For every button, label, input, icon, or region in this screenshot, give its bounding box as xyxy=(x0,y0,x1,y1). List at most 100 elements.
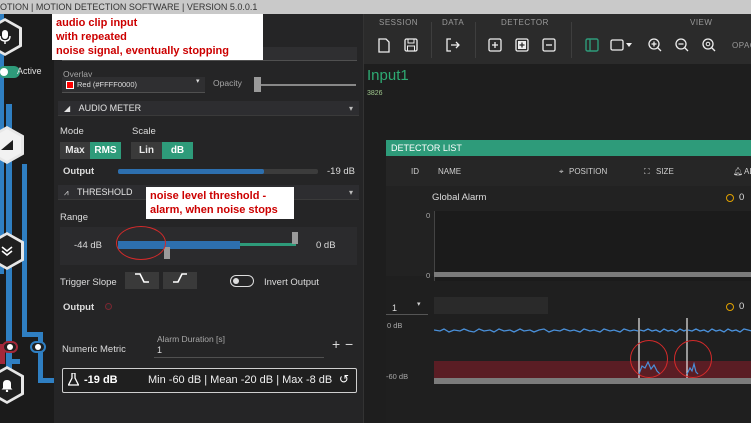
alarm-output-port[interactable] xyxy=(2,341,18,353)
highlight-circle-dropout-2 xyxy=(674,340,712,378)
axis-top: 0 dB xyxy=(387,321,403,330)
alarm-duration-field[interactable]: 1 xyxy=(154,344,324,358)
detector-id-select[interactable]: ▾ xyxy=(386,298,428,315)
active-label: Active xyxy=(17,66,42,76)
global-alarm-plot xyxy=(434,211,751,281)
detector-list: DETECTOR LIST ID NAME ⌖ POSITION ⛶ SIZE … xyxy=(386,140,751,423)
add-detector-icon[interactable] xyxy=(486,36,504,54)
level-line xyxy=(687,328,751,333)
toolbar-group-view: VIEW xyxy=(690,18,713,27)
audio-meter-header[interactable]: ◢ AUDIO METER ▾ xyxy=(58,101,359,116)
alarm-duration-value: 1 xyxy=(157,345,163,355)
range-max-thumb[interactable] xyxy=(292,232,298,244)
alarm-indicator xyxy=(726,194,734,202)
overlay-select[interactable]: Red (#FFFF0000) ▾ xyxy=(62,77,205,93)
column-alarm[interactable]: AL xyxy=(744,167,751,176)
position-icon: ⌖ xyxy=(559,167,564,176)
zoom-reset-icon[interactable] xyxy=(700,36,718,54)
threshold-output-label: Output xyxy=(63,302,95,313)
bell-icon: 🔔︎ xyxy=(733,167,744,176)
metric-output-port[interactable] xyxy=(30,341,46,353)
new-file-icon[interactable] xyxy=(375,36,393,54)
alarm-bar xyxy=(434,378,751,384)
output-meter xyxy=(118,169,318,174)
increment-button[interactable]: + xyxy=(332,336,340,352)
range-min-thumb[interactable] xyxy=(164,247,170,259)
highlight-circle-dropout-1 xyxy=(630,340,668,378)
detector-list-header: DETECTOR LIST xyxy=(386,140,751,156)
rising-slope-button[interactable] xyxy=(163,272,197,289)
range-max: 0 dB xyxy=(316,240,336,251)
window-title: OTION | MOTION DETECTION SOFTWARE | VERS… xyxy=(0,2,258,12)
decrement-button[interactable]: − xyxy=(345,336,353,352)
column-id[interactable]: ID xyxy=(411,167,419,176)
toolbar: SESSION DATA DETECTOR VIEW OPA xyxy=(364,14,751,64)
metric-readout: -19 dB Min -60 dB | Mean -20 dB | Max -8… xyxy=(62,368,357,393)
threshold-icon: ⩘ xyxy=(64,188,69,197)
metric-stats: Min -60 dB | Mean -20 dB | Max -8 dB xyxy=(148,374,333,386)
zoom-out-icon[interactable] xyxy=(673,36,691,54)
alarm-duration-label: Alarm Duration [s] xyxy=(157,334,226,344)
threshold-output-indicator xyxy=(105,303,112,310)
scale-label: Scale xyxy=(132,126,156,137)
toolbar-group-data: DATA xyxy=(442,18,465,27)
mode-label: Mode xyxy=(60,126,84,137)
input-title: Input1 xyxy=(367,67,409,84)
level-line xyxy=(639,328,687,333)
mode-max-button[interactable]: Max xyxy=(60,142,90,159)
annotation-noise-threshold: noise level threshold - alarm, when nois… xyxy=(146,187,294,219)
highlight-circle-threshold xyxy=(116,226,166,260)
reset-icon[interactable]: ↺ xyxy=(339,372,349,386)
chevron-down-icon: ▾ xyxy=(417,301,421,308)
threshold-title: THRESHOLD xyxy=(77,187,133,197)
column-name[interactable]: NAME xyxy=(438,167,461,176)
save-icon[interactable] xyxy=(402,36,420,54)
chevron-down-icon: ▾ xyxy=(196,78,200,85)
audio-meter-title: AUDIO METER xyxy=(78,103,142,113)
detector-list-columns: ID NAME ⌖ POSITION ⛶ SIZE 🔔︎ AL xyxy=(386,156,751,186)
falling-slope-button[interactable] xyxy=(125,272,159,289)
axis-bottom: -60 dB xyxy=(386,372,409,381)
alarm-value: 0 xyxy=(739,301,745,312)
output-label: Output xyxy=(63,166,95,177)
range-min: -44 dB xyxy=(74,240,102,251)
opacity-slider-thumb[interactable] xyxy=(254,77,261,92)
axis-bottom: 0 xyxy=(426,271,431,280)
scale-db-button[interactable]: dB xyxy=(162,142,193,159)
export-icon[interactable] xyxy=(444,36,462,54)
invert-output-toggle[interactable] xyxy=(230,275,254,287)
detector-row-global[interactable]: Global Alarm 0 0 0 xyxy=(386,186,751,281)
toolbar-group-detector: DETECTOR xyxy=(501,18,549,27)
mode-rms-button[interactable]: RMS xyxy=(90,142,121,159)
column-position[interactable]: POSITION xyxy=(569,167,607,176)
detector-name: Global Alarm xyxy=(432,192,487,203)
input-frame-counter: 3826 xyxy=(367,90,383,97)
overlay-color-swatch xyxy=(66,81,74,89)
opacity-truncated-label: OPAC xyxy=(732,41,751,50)
alarm-value: 0 xyxy=(739,192,745,203)
output-meter-fill xyxy=(118,169,264,174)
toolbar-group-session: SESSION xyxy=(379,18,419,27)
output-value: -19 dB xyxy=(327,166,355,177)
flask-icon xyxy=(67,372,80,389)
column-size[interactable]: SIZE xyxy=(656,167,674,176)
range-slider-box: -44 dB 0 dB xyxy=(60,227,357,265)
size-icon: ⛶ xyxy=(644,167,650,176)
window-title-bar: OTION | MOTION DETECTION SOFTWARE | VERS… xyxy=(0,0,751,14)
trigger-slope-label: Trigger Slope xyxy=(60,277,117,288)
scale-lin-button[interactable]: Lin xyxy=(131,142,162,159)
node-graph[interactable]: Active xyxy=(0,14,54,423)
chevron-down-icon[interactable] xyxy=(624,36,634,54)
level-line xyxy=(434,328,639,333)
speaker-icon: ◢ xyxy=(64,104,71,113)
remove-detector-icon[interactable] xyxy=(540,36,558,54)
detector-name-field[interactable] xyxy=(434,297,548,314)
alarm-indicator xyxy=(726,303,734,311)
axis-top: 0 xyxy=(426,211,431,220)
collapse-icon: ▾ xyxy=(348,188,353,197)
opacity-slider-track[interactable] xyxy=(254,84,356,86)
sidebar-view-icon[interactable] xyxy=(583,36,601,54)
zoom-in-icon[interactable] xyxy=(646,36,664,54)
add-detector-filled-icon[interactable] xyxy=(513,36,531,54)
numeric-metric-label: Numeric Metric xyxy=(62,344,126,355)
